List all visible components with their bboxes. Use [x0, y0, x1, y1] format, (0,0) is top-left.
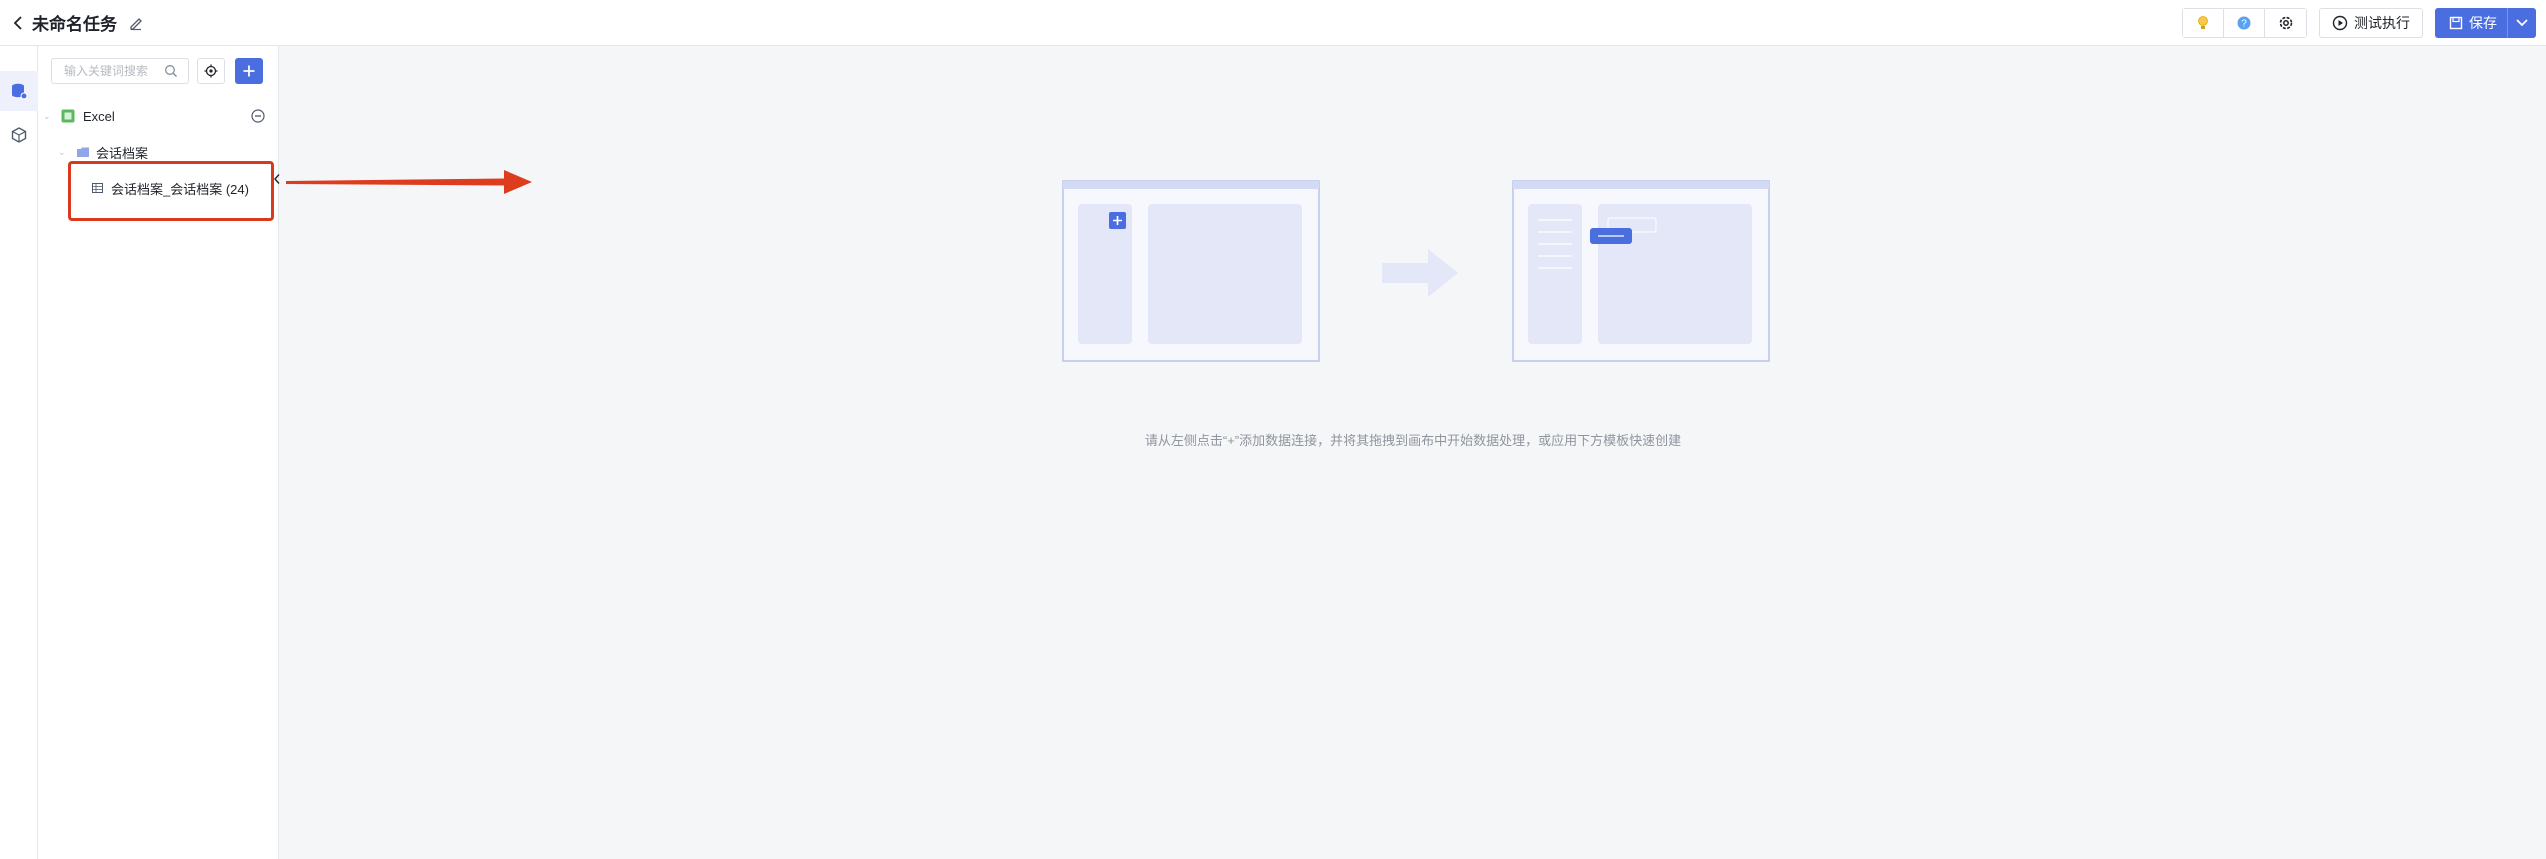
sheet-folder-icon: [77, 147, 89, 157]
save-icon: [2449, 16, 2463, 30]
edit-title-pencil-icon[interactable]: [127, 14, 145, 32]
page-title: 未命名任务: [32, 15, 117, 34]
save-button[interactable]: 保存: [2435, 8, 2508, 38]
gear-icon[interactable]: [2265, 9, 2306, 37]
tree-folder-label: 会话档案: [96, 145, 149, 161]
save-label: 保存: [2469, 15, 2497, 31]
add-connection-plus-icon[interactable]: [235, 58, 263, 84]
test-run-label: 测试执行: [2354, 15, 2410, 31]
left-rail: [0, 46, 38, 859]
expand-caret-icon[interactable]: ⌄: [58, 147, 66, 158]
search-box: [51, 58, 189, 84]
excel-icon: [61, 109, 75, 123]
rail-cube-icon[interactable]: [0, 115, 38, 155]
search-icon[interactable]: [164, 64, 178, 78]
top-bar: 未命名任务 ? 测试执行 保存: [0, 0, 2546, 46]
expand-caret-icon[interactable]: ⌄: [43, 111, 51, 122]
search-input[interactable]: [64, 64, 164, 78]
svg-text:?: ?: [2241, 19, 2247, 30]
annotation-highlight-box: [68, 161, 274, 221]
search-row: [38, 46, 278, 84]
lightbulb-icon[interactable]: [2183, 9, 2224, 37]
header-icon-group: ?: [2182, 8, 2307, 38]
empty-illustration-after: [1512, 180, 1770, 362]
test-run-button[interactable]: 测试执行: [2319, 8, 2423, 38]
header-actions: ? 测试执行 保存: [2182, 8, 2536, 38]
workflow-canvas[interactable]: 请从左侧点击“+”添加数据连接，并将其拖拽到画布中开始数据处理，或应用下方模板快…: [280, 46, 2546, 859]
help-icon[interactable]: ?: [2224, 9, 2265, 37]
transition-arrow-illustration: [1382, 249, 1458, 297]
empty-canvas-hint: 请从左侧点击“+”添加数据连接，并将其拖拽到画布中开始数据处理，或应用下方模板快…: [1144, 433, 1682, 448]
collapse-minus-circle-icon[interactable]: [251, 109, 265, 123]
rail-database-icon[interactable]: [0, 71, 38, 111]
back-chevron-left-icon[interactable]: [8, 13, 28, 33]
play-circle-icon: [2332, 15, 2348, 31]
tree-node-excel[interactable]: ⌄ Excel: [38, 98, 278, 134]
save-dropdown-chevron-down-icon[interactable]: [2508, 8, 2536, 38]
locate-target-icon[interactable]: [197, 58, 225, 84]
empty-illustration-before: [1062, 180, 1320, 362]
save-button-group: 保存: [2435, 8, 2536, 38]
tree-root-label: Excel: [83, 108, 115, 124]
